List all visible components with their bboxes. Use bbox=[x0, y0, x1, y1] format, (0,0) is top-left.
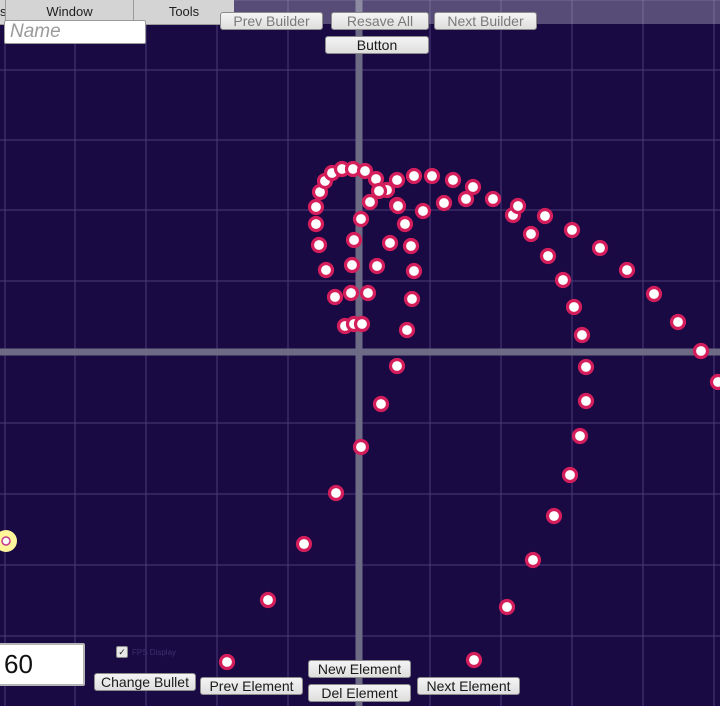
bullet bbox=[577, 358, 595, 376]
menu-item-tools[interactable]: Tools bbox=[134, 0, 234, 24]
bullet bbox=[522, 225, 540, 243]
bullet bbox=[368, 257, 386, 275]
bullet bbox=[396, 215, 414, 233]
bullet bbox=[389, 197, 407, 215]
bullet bbox=[388, 357, 406, 375]
bullet bbox=[352, 438, 370, 456]
next-element-button[interactable]: Next Element bbox=[417, 677, 520, 695]
bullet bbox=[405, 167, 423, 185]
value-input[interactable] bbox=[0, 643, 85, 686]
bullet bbox=[218, 653, 236, 671]
bullet bbox=[645, 285, 663, 303]
bullet bbox=[345, 231, 363, 249]
bullet bbox=[370, 182, 388, 200]
name-input[interactable] bbox=[4, 20, 146, 44]
resave-all-button[interactable]: Resave All bbox=[331, 12, 429, 30]
bullet bbox=[709, 373, 720, 391]
bullet bbox=[554, 271, 572, 289]
bullet bbox=[669, 313, 687, 331]
bullet bbox=[405, 262, 423, 280]
bullet bbox=[423, 167, 441, 185]
bullet bbox=[618, 261, 636, 279]
prev-builder-button[interactable]: Prev Builder bbox=[220, 12, 323, 30]
bullet bbox=[359, 284, 377, 302]
check-icon[interactable]: ✓ bbox=[116, 646, 128, 658]
bullet bbox=[561, 466, 579, 484]
bullet bbox=[539, 247, 557, 265]
bullet bbox=[414, 202, 432, 220]
bullet bbox=[381, 234, 399, 252]
bullet bbox=[327, 484, 345, 502]
bullet bbox=[398, 321, 416, 339]
bullet bbox=[435, 194, 453, 212]
bullet bbox=[571, 427, 589, 445]
bullet bbox=[352, 210, 370, 228]
change-bullet-button[interactable]: Change Bullet bbox=[94, 673, 196, 691]
fps-display-toggle[interactable]: ✓ FPS Display bbox=[116, 646, 176, 658]
bullet bbox=[577, 392, 595, 410]
bullet bbox=[692, 342, 710, 360]
bullet bbox=[353, 315, 371, 333]
fps-display-label: FPS Display bbox=[132, 647, 177, 657]
bullet bbox=[295, 535, 313, 553]
prev-element-button[interactable]: Prev Element bbox=[200, 677, 303, 695]
bullet bbox=[259, 591, 277, 609]
bullet bbox=[484, 190, 502, 208]
bullet bbox=[465, 651, 483, 669]
playfield bbox=[0, 0, 720, 706]
bullet bbox=[524, 551, 542, 569]
new-element-button[interactable]: New Element bbox=[308, 660, 411, 678]
bullet bbox=[565, 298, 583, 316]
bullet bbox=[591, 239, 609, 257]
bullet bbox=[498, 598, 516, 616]
bullet bbox=[402, 237, 420, 255]
bullet bbox=[342, 284, 360, 302]
bullet bbox=[307, 198, 325, 216]
bullet bbox=[536, 207, 554, 225]
bullet bbox=[563, 221, 581, 239]
bullet bbox=[310, 236, 328, 254]
generic-button[interactable]: Button bbox=[325, 36, 429, 54]
bullet bbox=[545, 507, 563, 525]
bullet bbox=[388, 171, 406, 189]
bullet bbox=[343, 256, 361, 274]
bullet bbox=[326, 288, 344, 306]
bullet bbox=[573, 326, 591, 344]
bullet bbox=[372, 395, 390, 413]
next-builder-button[interactable]: Next Builder bbox=[434, 12, 537, 30]
bullet bbox=[509, 197, 527, 215]
bullet bbox=[317, 261, 335, 279]
bullet bbox=[444, 171, 462, 189]
bullet bbox=[307, 215, 325, 233]
bullet bbox=[403, 290, 421, 308]
emitter-core bbox=[1, 536, 11, 546]
del-element-button[interactable]: Del Element bbox=[308, 684, 411, 702]
bullet bbox=[457, 190, 475, 208]
